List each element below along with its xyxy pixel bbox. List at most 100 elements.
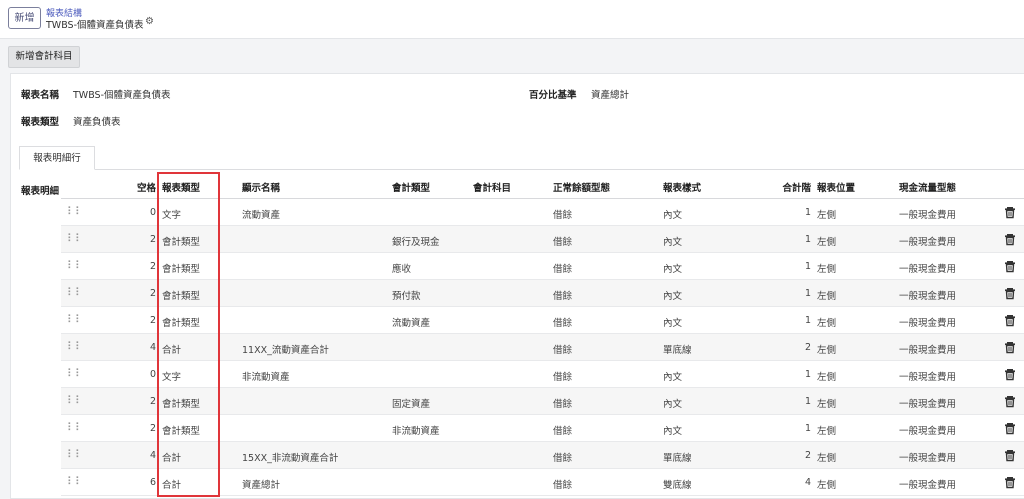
cell-account-type[interactable]: 銀行及現金	[392, 234, 440, 248]
cell-normal-balance[interactable]: 借餘	[553, 369, 572, 383]
trash-icon[interactable]	[1003, 475, 1017, 489]
cell-normal-balance[interactable]: 借餘	[553, 477, 572, 491]
cell-cashflow-type[interactable]: 一般現金費用	[899, 423, 956, 437]
col-header-report-style[interactable]: 報表樣式	[663, 180, 701, 194]
cell-account-type[interactable]: 流動資產	[392, 315, 430, 329]
trash-icon[interactable]	[1003, 232, 1017, 246]
percent-base-value[interactable]: 資產總計	[591, 87, 629, 101]
trash-icon[interactable]	[1003, 313, 1017, 327]
cell-report-type[interactable]: 文字	[162, 207, 181, 221]
cell-normal-balance[interactable]: 借餘	[553, 342, 572, 356]
cell-display-name[interactable]: 非流動資產	[242, 369, 290, 383]
cell-report-type[interactable]: 會計類型	[162, 423, 200, 437]
cell-report-type[interactable]: 合計	[162, 342, 181, 356]
cell-display-name[interactable]: 流動資產	[242, 207, 280, 221]
trash-icon[interactable]	[1003, 205, 1017, 219]
cell-report-position[interactable]: 左側	[817, 423, 836, 437]
cell-report-style[interactable]: 內文	[663, 234, 682, 248]
drag-handle-icon[interactable]: ⠇⠇	[67, 476, 83, 487]
cell-normal-balance[interactable]: 借餘	[553, 207, 572, 221]
cell-report-position[interactable]: 左側	[817, 396, 836, 410]
table-row[interactable]: ⠇⠇ 2 會計類型 固定資產 借餘 內文 1 左側 一般現金費用	[61, 388, 1024, 415]
col-header-total-level[interactable]: 合計階	[771, 180, 811, 194]
cell-cashflow-type[interactable]: 一般現金費用	[899, 234, 956, 248]
cell-report-style[interactable]: 內文	[663, 315, 682, 329]
cell-account-type[interactable]: 非流動資產	[392, 423, 440, 437]
trash-icon[interactable]	[1003, 340, 1017, 354]
cell-report-type[interactable]: 會計類型	[162, 234, 200, 248]
cell-report-position[interactable]: 左側	[817, 477, 836, 491]
cell-report-type[interactable]: 合計	[162, 477, 181, 491]
cell-normal-balance[interactable]: 借餘	[553, 288, 572, 302]
drag-handle-icon[interactable]: ⠇⠇	[67, 341, 83, 352]
cell-cashflow-type[interactable]: 一般現金費用	[899, 288, 956, 302]
table-row[interactable]: ⠇⠇ 2 會計類型 預付款 借餘 內文 1 左側 一般現金費用	[61, 280, 1024, 307]
cell-cashflow-type[interactable]: 一般現金費用	[899, 396, 956, 410]
report-name-value[interactable]: TWBS-個體資產負債表	[73, 87, 171, 101]
cell-report-style[interactable]: 單底線	[663, 450, 692, 464]
cell-report-position[interactable]: 左側	[817, 369, 836, 383]
gear-icon[interactable]: ⚙	[145, 16, 154, 27]
report-type-value[interactable]: 資產負債表	[73, 114, 121, 128]
cell-account-type[interactable]: 應收	[392, 261, 411, 275]
cell-report-type[interactable]: 合計	[162, 450, 181, 464]
cell-report-position[interactable]: 左側	[817, 207, 836, 221]
col-header-indent[interactable]: 空格	[119, 180, 156, 194]
drag-handle-icon[interactable]: ⠇⠇	[67, 287, 83, 298]
cell-normal-balance[interactable]: 借餘	[553, 423, 572, 437]
drag-handle-icon[interactable]: ⠇⠇	[67, 422, 83, 433]
col-header-normal-balance[interactable]: 正常餘額型態	[553, 180, 610, 194]
cell-report-type[interactable]: 會計類型	[162, 288, 200, 302]
cell-cashflow-type[interactable]: 一般現金費用	[899, 450, 956, 464]
cell-report-type[interactable]: 會計類型	[162, 315, 200, 329]
cell-report-type[interactable]: 會計類型	[162, 396, 200, 410]
cell-report-position[interactable]: 左側	[817, 342, 836, 356]
trash-icon[interactable]	[1003, 259, 1017, 273]
table-row[interactable]: ⠇⠇ 0 文字 流動資產 借餘 內文 1 左側 一般現金費用	[61, 199, 1024, 226]
cell-cashflow-type[interactable]: 一般現金費用	[899, 315, 956, 329]
drag-handle-icon[interactable]: ⠇⠇	[67, 395, 83, 406]
table-row[interactable]: ⠇⠇ 6 合計 資產總計 借餘 雙底線 4 左側 一般現金費用	[61, 469, 1024, 496]
cell-cashflow-type[interactable]: 一般現金費用	[899, 207, 956, 221]
cell-report-position[interactable]: 左側	[817, 450, 836, 464]
add-account-button[interactable]: 新增會計科目	[8, 46, 80, 68]
table-row[interactable]: ⠇⠇ 4 合計 15XX_非流動資產合計 借餘 單底線 2 左側 一般現金費用	[61, 442, 1024, 469]
drag-handle-icon[interactable]: ⠇⠇	[67, 233, 83, 244]
col-header-report-position[interactable]: 報表位置	[817, 180, 855, 194]
cell-account-type[interactable]: 預付款	[392, 288, 421, 302]
drag-handle-icon[interactable]: ⠇⠇	[67, 206, 83, 217]
table-row[interactable]: ⠇⠇ 2 會計類型 流動資產 借餘 內文 1 左側 一般現金費用	[61, 307, 1024, 334]
table-row[interactable]: ⠇⠇ 4 合計 11XX_流動資產合計 借餘 單底線 2 左側 一般現金費用	[61, 334, 1024, 361]
cell-report-position[interactable]: 左側	[817, 261, 836, 275]
cell-report-style[interactable]: 雙底線	[663, 477, 692, 491]
table-row[interactable]: ⠇⠇ 2 會計類型 應收 借餘 內文 1 左側 一般現金費用	[61, 253, 1024, 280]
cell-report-style[interactable]: 內文	[663, 396, 682, 410]
col-header-account-type[interactable]: 會計類型	[392, 180, 430, 194]
cell-cashflow-type[interactable]: 一般現金費用	[899, 369, 956, 383]
cell-cashflow-type[interactable]: 一般現金費用	[899, 477, 956, 491]
trash-icon[interactable]	[1003, 367, 1017, 381]
cell-normal-balance[interactable]: 借餘	[553, 234, 572, 248]
cell-report-position[interactable]: 左側	[817, 234, 836, 248]
cell-report-position[interactable]: 左側	[817, 288, 836, 302]
cell-report-type[interactable]: 文字	[162, 369, 181, 383]
drag-handle-icon[interactable]: ⠇⠇	[67, 368, 83, 379]
cell-report-style[interactable]: 內文	[663, 423, 682, 437]
cell-report-style[interactable]: 內文	[663, 369, 682, 383]
trash-icon[interactable]	[1003, 394, 1017, 408]
trash-icon[interactable]	[1003, 448, 1017, 462]
cell-report-style[interactable]: 內文	[663, 207, 682, 221]
col-header-display-name[interactable]: 顯示名稱	[242, 180, 280, 194]
table-row[interactable]: ⠇⠇ 0 文字 非流動資產 借餘 內文 1 左側 一般現金費用	[61, 361, 1024, 388]
trash-icon[interactable]	[1003, 286, 1017, 300]
cell-report-position[interactable]: 左側	[817, 315, 836, 329]
table-row[interactable]: ⠇⠇ 2 會計類型 非流動資產 借餘 內文 1 左側 一般現金費用	[61, 415, 1024, 442]
drag-handle-icon[interactable]: ⠇⠇	[67, 260, 83, 271]
cell-report-style[interactable]: 單底線	[663, 342, 692, 356]
tab-report-detail-lines[interactable]: 報表明細行	[19, 146, 95, 170]
trash-icon[interactable]	[1003, 421, 1017, 435]
cell-normal-balance[interactable]: 借餘	[553, 261, 572, 275]
drag-handle-icon[interactable]: ⠇⠇	[67, 314, 83, 325]
cell-report-style[interactable]: 內文	[663, 288, 682, 302]
col-header-cashflow-type[interactable]: 現金流量型態	[899, 180, 956, 194]
